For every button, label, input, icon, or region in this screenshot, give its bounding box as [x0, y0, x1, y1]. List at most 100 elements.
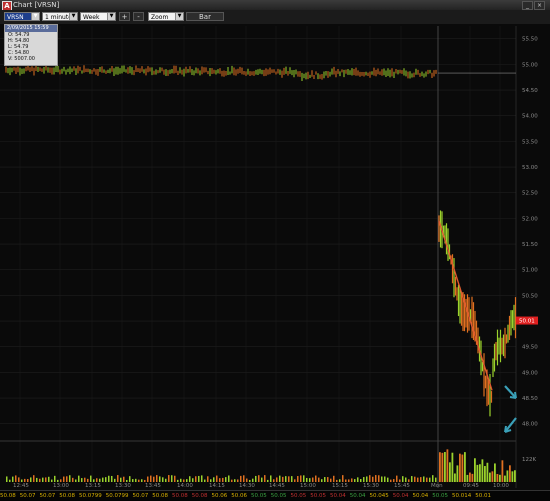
zoom-out-button[interactable]: - [133, 12, 144, 21]
volume-bar [306, 477, 308, 482]
volume-bar [18, 477, 20, 482]
time-axis-label: 10:00 [493, 483, 509, 489]
volume-bar [336, 479, 338, 482]
volume-bar [252, 478, 254, 482]
volume-bar [402, 476, 404, 482]
ticker-price: 50.08 [0, 493, 16, 499]
symbol-input[interactable]: VRSN ▼ [4, 12, 40, 21]
volume-bar [183, 479, 185, 482]
volume-bar [198, 475, 200, 482]
volume-bar [87, 478, 89, 482]
volume-bar [417, 477, 419, 482]
price-axis-label: 53.50 [522, 139, 538, 145]
volume-bar [466, 474, 469, 482]
volume-bar [168, 475, 170, 482]
volume-bar [387, 477, 389, 482]
interval-value: 1 minute [45, 14, 72, 21]
volume-bar [496, 474, 499, 482]
volume-bar [454, 473, 456, 482]
volume-bar [156, 475, 158, 482]
chevron-down-icon[interactable]: ▼ [31, 13, 39, 20]
volume-bar [384, 476, 386, 482]
chevron-down-icon[interactable]: ▼ [107, 13, 115, 20]
volume-bar [189, 476, 191, 482]
price-axis-label: 51.00 [522, 268, 538, 274]
window-title: Chart [VRSN] [13, 1, 60, 9]
volume-bar [210, 479, 212, 482]
ticker-price: 50.06 [231, 493, 247, 499]
volume-bar [117, 475, 119, 482]
volume-bar [9, 479, 11, 482]
ticker-price: 50.05 [251, 493, 267, 499]
volume-bar [159, 476, 161, 482]
volume-bar [354, 479, 356, 482]
minimize-icon[interactable]: _ [522, 1, 533, 10]
volume-bar [390, 479, 392, 482]
volume-bar [351, 478, 353, 482]
volume-bar [132, 479, 134, 482]
volume-bar [499, 474, 501, 482]
volume-bar [399, 479, 401, 482]
volume-bar [279, 475, 281, 482]
price-axis-label: 55.00 [522, 62, 538, 68]
chevron-down-icon[interactable]: ▼ [175, 13, 183, 20]
chevron-down-icon[interactable]: ▼ [69, 13, 77, 20]
volume-bar [192, 478, 194, 482]
ticker-price: 50.01 [475, 493, 491, 499]
volume-bar [339, 479, 341, 482]
zoom-select[interactable]: Zoom ▼ [148, 12, 184, 21]
volume-bar [303, 475, 305, 482]
volume-bar [420, 477, 422, 482]
volume-bar [360, 478, 362, 482]
volume-bar [300, 475, 302, 482]
volume-bar [363, 477, 365, 482]
chart-window: A Chart [VRSN] _ × VRSN ▼ 1 minute ▼ Wee… [0, 0, 550, 501]
price-axis-label: 55.50 [522, 37, 538, 43]
volume-bar [297, 476, 299, 482]
volume-bar [273, 479, 275, 482]
ticker-price: 50.08 [191, 493, 208, 499]
time-axis-label: 14:45 [269, 483, 285, 489]
time-axis-label: 15:45 [394, 483, 410, 489]
volume-bar [240, 475, 242, 482]
time-axis-label: 14:15 [209, 483, 225, 489]
time-axis-label: 13:45 [145, 483, 161, 489]
ohlc-infobox: 2/09/2015 15:59 O: 54.79 H: 54.80 L: 54.… [4, 24, 58, 66]
volume-bar [249, 479, 251, 482]
close-icon[interactable]: × [534, 1, 545, 10]
tick-ticker-strip: 50.08 50.07 50.07 50.08 50.0799 50.0799 50.07 5… [0, 490, 550, 501]
volume-bar [451, 452, 454, 482]
ticker-price: 50.07 [19, 493, 36, 499]
interval-select[interactable]: 1 minute ▼ [42, 12, 78, 21]
chart-toolbar: VRSN ▼ 1 minute ▼ Week ▼ + - Zoom ▼ Bar [0, 10, 550, 25]
volume-bar [474, 458, 476, 482]
volume-bar [435, 477, 437, 482]
volume-bar [414, 476, 416, 482]
price-chart[interactable]: 55.50 55.00 54.50 54.00 53.50 53.00 52.50 52.00… [0, 24, 550, 500]
volume-bar [237, 479, 239, 482]
volume-bar [342, 475, 344, 482]
volume-bar [375, 475, 377, 482]
time-axis-label: 15:15 [332, 483, 348, 489]
volume-bar [234, 479, 236, 482]
range-select[interactable]: Week ▼ [80, 12, 116, 21]
volume-bar [228, 475, 230, 482]
volume-bar [135, 478, 137, 482]
volume-bar [126, 479, 128, 482]
volume-bar [264, 475, 266, 482]
volume-bar [459, 453, 461, 482]
volume-bar [441, 452, 444, 482]
volume-bar [72, 477, 74, 482]
volume-bar [324, 477, 326, 482]
volume-bar [405, 477, 407, 482]
volume-bar [444, 452, 446, 482]
volume-bar [30, 477, 32, 482]
volume-bar [396, 475, 398, 482]
volume-bar [267, 479, 269, 482]
chart-background [0, 24, 550, 500]
volume-bar [411, 476, 413, 482]
volume-bar [42, 477, 44, 482]
zoom-in-button[interactable]: + [119, 12, 130, 21]
chart-type-button[interactable]: Bar [186, 12, 224, 21]
volume-bar [282, 476, 284, 482]
